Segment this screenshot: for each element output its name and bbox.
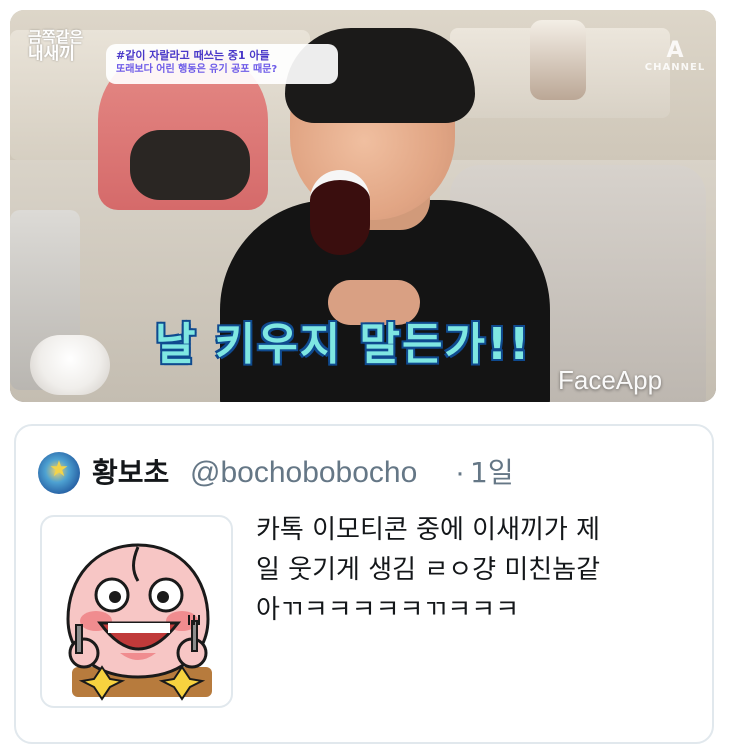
caption-badge-line2: 또래보다 어린 행동은 유기 공포 때문?	[116, 64, 278, 75]
tweet-timestamp[interactable]: 1일	[470, 456, 514, 490]
laughing-peach-icon	[66, 543, 212, 701]
channel-logo-mark: A	[666, 38, 684, 63]
user-display-name[interactable]: 황보초	[92, 456, 169, 490]
video-frame-image[interactable]: 금쪽같은 내새끼 #같이 자랄라고 때쓰는 중1 아들 또래보다 어린 행동은 …	[10, 10, 716, 402]
tweet-text-line: 카톡 이모티콘 중에 이새끼가 제	[256, 515, 601, 545]
tweet-text-line: 일 웃기게 생김 ㄹㅇ걍 미친놈같	[256, 555, 601, 585]
caption-badge: #같이 자랄라고 때쓰는 중1 아들 또래보다 어린 행동은 유기 공포 때문?	[106, 44, 338, 84]
tweet-media-thumbnail[interactable]	[40, 515, 233, 708]
meta-separator: ·	[455, 456, 465, 489]
tweet-text: 카톡 이모티콘 중에 이새끼가 제 일 웃기게 생김 ㄹㅇ걍 미친놈같 아ㄲㅋㅋ…	[256, 510, 696, 630]
tweet-text-line: 아ㄲㅋㅋㅋㅋㅋㄲㅋㅋㅋ	[256, 595, 520, 625]
show-logo: 금쪽같은 내새끼	[28, 29, 104, 82]
video-subtitle: 날 키우지 말든가!!	[155, 319, 532, 370]
show-logo-line2: 내새끼	[28, 43, 75, 64]
user-avatar[interactable]: ★	[38, 452, 80, 494]
channel-logo-text: CHANNEL	[644, 62, 706, 73]
faceapp-watermark: FaceApp	[558, 365, 663, 395]
background-person-legs	[130, 130, 250, 200]
caption-badge-line1: #같이 자랄라고 때쓰는 중1 아들	[116, 49, 270, 62]
boy-laughing-mouth	[310, 170, 370, 255]
earth-star-icon: ★	[49, 457, 69, 482]
background-appliance	[530, 20, 586, 100]
channel-a-logo: A CHANNEL	[638, 40, 712, 80]
user-handle[interactable]: @bochobobocho	[190, 456, 417, 490]
tissue-roll	[30, 335, 110, 395]
